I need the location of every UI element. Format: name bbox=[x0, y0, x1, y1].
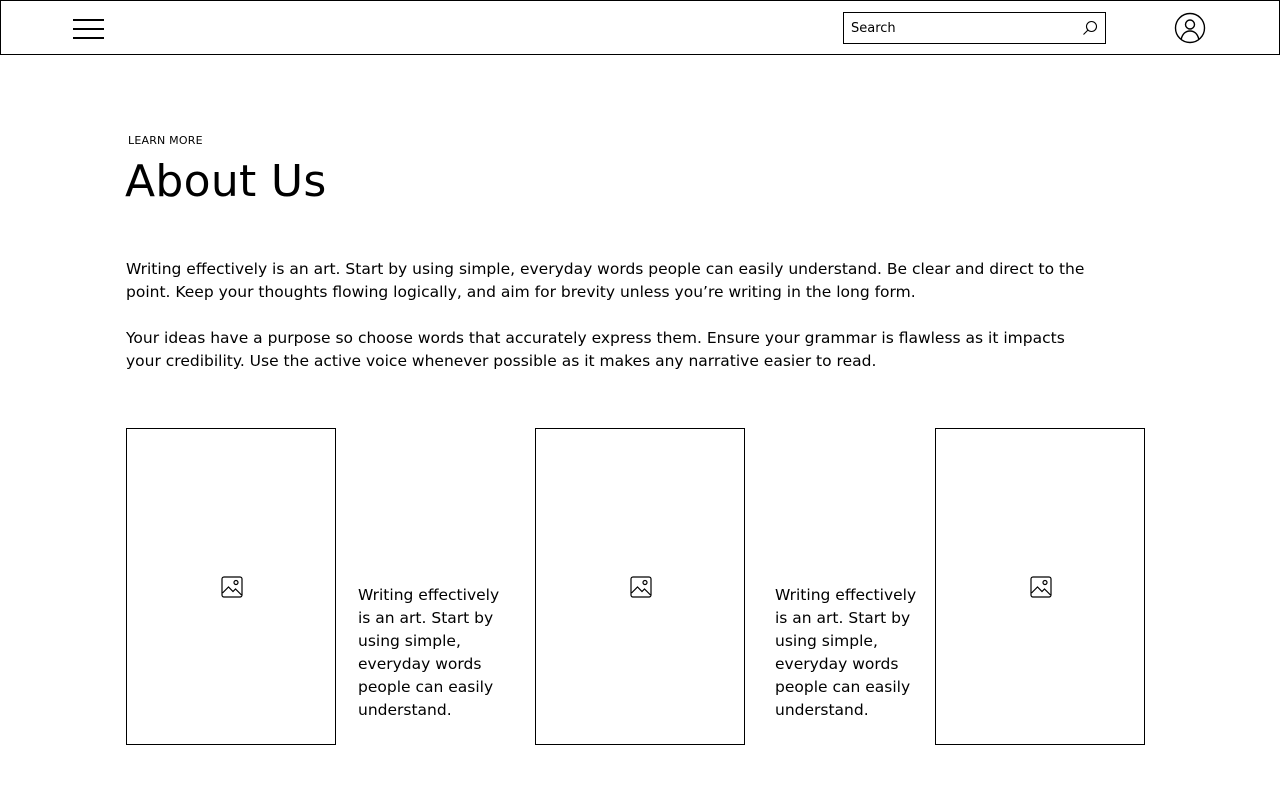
menu-line bbox=[73, 28, 104, 30]
top-navigation-bar bbox=[0, 0, 1280, 55]
gallery-caption: Writing effectively is an art. Start by … bbox=[358, 586, 500, 719]
image-placeholder bbox=[535, 428, 745, 745]
gallery-caption: Writing effectively is an art. Start by … bbox=[775, 586, 917, 719]
image-placeholder-icon bbox=[221, 576, 243, 598]
menu-line bbox=[73, 19, 104, 21]
image-placeholder bbox=[935, 428, 1145, 745]
search-icon[interactable] bbox=[1082, 20, 1098, 36]
image-placeholder bbox=[126, 428, 336, 745]
hamburger-menu-icon[interactable] bbox=[73, 19, 104, 39]
intro-paragraph: Your ideas have a purpose so choose word… bbox=[126, 329, 1065, 370]
page-title: About Us bbox=[125, 156, 327, 207]
search-bar bbox=[843, 12, 1106, 44]
intro-paragraph: Writing effectively is an art. Start by … bbox=[126, 260, 1085, 301]
image-placeholder-icon bbox=[1030, 576, 1052, 598]
eyebrow-label: LEARN MORE bbox=[128, 134, 203, 147]
image-placeholder-icon bbox=[630, 576, 652, 598]
menu-line bbox=[73, 37, 104, 39]
user-avatar-icon[interactable] bbox=[1174, 12, 1206, 44]
search-input[interactable] bbox=[851, 13, 1071, 43]
